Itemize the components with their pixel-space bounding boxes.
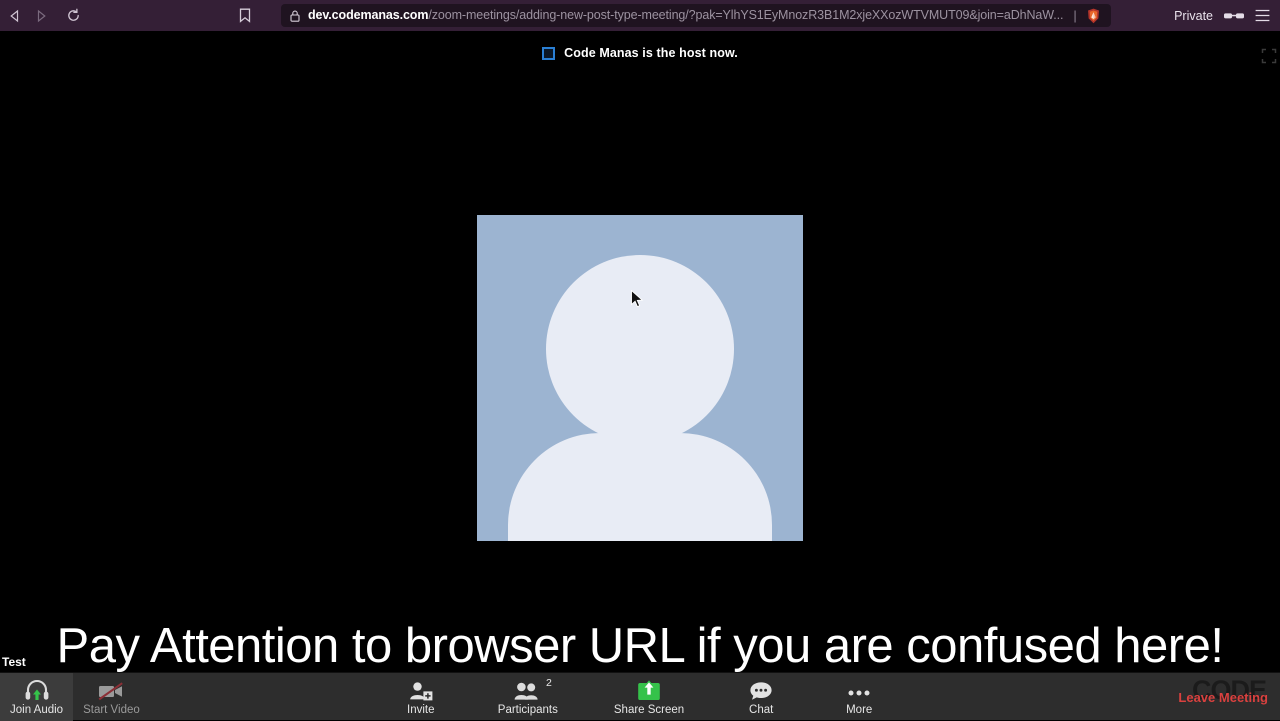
forward-arrow-icon bbox=[28, 3, 54, 29]
video-camera-off-icon bbox=[97, 679, 125, 701]
test-label: Test bbox=[2, 655, 26, 669]
url-divider: | bbox=[1073, 8, 1077, 23]
share-screen-button[interactable]: Share Screen bbox=[604, 673, 694, 721]
invite-label: Invite bbox=[407, 703, 435, 716]
headset-join-audio-icon bbox=[24, 679, 50, 701]
browser-toolbar: dev.codemanas.com/zoom-meetings/adding-n… bbox=[0, 0, 1280, 31]
mouse-cursor bbox=[631, 289, 644, 309]
url-domain: dev.codemanas.com bbox=[308, 8, 429, 22]
lock-icon bbox=[290, 10, 300, 22]
share-screen-label: Share Screen bbox=[613, 703, 685, 716]
participants-label: Participants bbox=[497, 703, 558, 716]
start-video-button[interactable]: Start Video bbox=[73, 673, 150, 721]
reload-icon[interactable] bbox=[60, 3, 86, 29]
participants-button[interactable]: 2 Participants bbox=[488, 673, 568, 721]
join-audio-label: Join Audio bbox=[10, 703, 64, 716]
toolbar-right-group: Leave Meeting bbox=[1178, 673, 1268, 721]
participants-count-badge: 2 bbox=[545, 676, 552, 689]
url-bar[interactable]: dev.codemanas.com/zoom-meetings/adding-n… bbox=[281, 4, 1111, 27]
person-avatar-body bbox=[508, 433, 772, 541]
join-audio-button[interactable]: Join Audio bbox=[0, 673, 74, 721]
url-path: /zoom-meetings/adding-new-post-type-meet… bbox=[428, 8, 1064, 22]
bookmark-icon[interactable] bbox=[234, 4, 256, 28]
leave-meeting-button[interactable]: Leave Meeting bbox=[1178, 690, 1268, 705]
chat-bubble-icon bbox=[749, 679, 773, 701]
toolbar-center-group: Invite 2 Participants Share Screen Chat … bbox=[0, 673, 1280, 721]
hamburger-menu-icon[interactable] bbox=[1255, 9, 1272, 22]
private-mode-label: Private bbox=[1174, 8, 1213, 23]
more-label: More bbox=[846, 703, 873, 716]
brave-shield-icon[interactable] bbox=[1085, 7, 1102, 25]
chat-label: Chat bbox=[749, 703, 774, 716]
more-dots-icon bbox=[846, 679, 872, 701]
caption-text: Pay Attention to browser URL if you are … bbox=[56, 619, 1224, 673]
meeting-stage: Code Manas is the host now. Pay Attentio… bbox=[0, 31, 1280, 721]
browser-right-controls: Private bbox=[1174, 0, 1272, 31]
host-change-banner: Code Manas is the host now. bbox=[0, 46, 1280, 60]
participants-icon: 2 bbox=[514, 677, 552, 701]
invite-button[interactable]: Invite bbox=[390, 673, 452, 721]
fullscreen-expand-icon[interactable] bbox=[1261, 48, 1277, 64]
blue-square-icon bbox=[542, 46, 556, 60]
start-video-label: Start Video bbox=[83, 703, 140, 716]
host-banner-text: Code Manas is the host now. bbox=[564, 46, 738, 60]
more-button[interactable]: More bbox=[828, 673, 890, 721]
share-screen-icon bbox=[636, 679, 662, 701]
toolbar-left-group: Join Audio Start Video bbox=[0, 673, 150, 721]
meeting-toolbar: Join Audio Start Video Invite 2 Particip… bbox=[0, 672, 1280, 721]
invite-person-add-icon bbox=[409, 679, 433, 701]
back-arrow-icon[interactable] bbox=[2, 3, 28, 29]
participant-video-tile[interactable] bbox=[477, 215, 803, 541]
person-avatar-icon bbox=[546, 255, 734, 443]
chat-button[interactable]: Chat bbox=[730, 673, 792, 721]
glasses-icon bbox=[1224, 11, 1244, 21]
